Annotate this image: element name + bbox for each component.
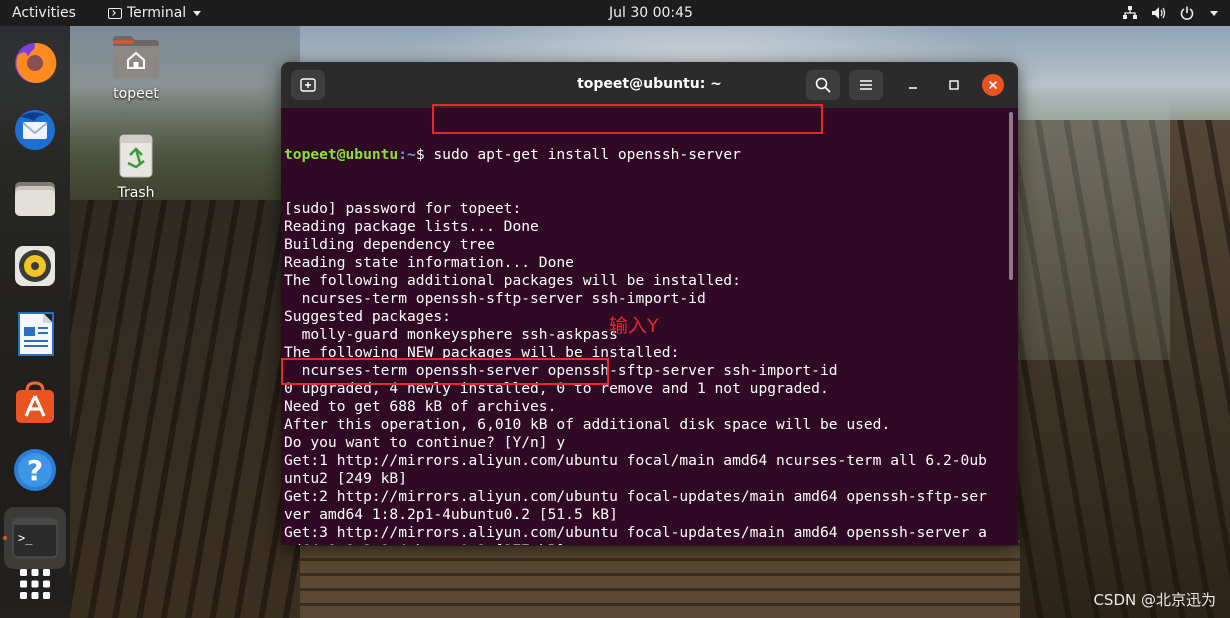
- command-highlight-box: [432, 104, 823, 134]
- minimize-button[interactable]: [902, 74, 924, 96]
- firefox-icon[interactable]: [11, 38, 59, 86]
- terminal-line: Do you want to continue? [Y/n] y: [284, 434, 566, 451]
- terminal-line: The following additional packages will b…: [284, 272, 741, 289]
- watermark: CSDN @北京迅为: [1093, 591, 1216, 609]
- terminal-line: Get:1 http://mirrors.aliyun.com/ubuntu f…: [284, 452, 987, 469]
- prompt-user: topeet@ubuntu: [284, 146, 399, 163]
- search-button[interactable]: [806, 70, 840, 100]
- trash-icon: [119, 134, 153, 178]
- clock[interactable]: Jul 30 00:45: [609, 0, 693, 26]
- terminal-line: After this operation, 6,010 kB of additi…: [284, 416, 891, 433]
- svg-text:>_: >_: [18, 531, 33, 545]
- terminal-scrollbar[interactable]: [1009, 112, 1013, 280]
- running-indicator: [3, 536, 7, 540]
- minimize-icon: [909, 87, 917, 89]
- terminal-header-bar[interactable]: topeet@ubuntu: ~: [281, 62, 1018, 108]
- terminal-line: untu2 [249 kB]: [284, 470, 408, 487]
- help-icon[interactable]: ?: [11, 446, 59, 494]
- search-icon: [815, 77, 831, 93]
- prompt-symbol: $: [415, 146, 434, 163]
- terminal-app-icon: [108, 7, 122, 19]
- network-icon: [1123, 6, 1137, 20]
- terminal-window[interactable]: topeet@ubuntu: ~ topeet@ubuntu:~$ sudo a…: [281, 62, 1018, 545]
- terminal-line: ncurses-term openssh-sftp-server ssh-imp…: [284, 290, 706, 307]
- terminal-line: Reading state information... Done: [284, 254, 574, 271]
- libreoffice-writer-icon[interactable]: [11, 310, 59, 358]
- confirm-highlight-box: [281, 358, 609, 385]
- activities-button[interactable]: Activities: [12, 0, 76, 26]
- terminal-line: Building dependency tree: [284, 236, 495, 253]
- trash-label: Trash: [117, 185, 155, 201]
- chevron-down-icon: [193, 10, 202, 16]
- terminal-line: [sudo] password for topeet:: [284, 200, 522, 217]
- home-folder-icon: [113, 36, 159, 78]
- wallpaper-bridge-deck: [300, 540, 1020, 618]
- volume-icon: [1151, 6, 1166, 20]
- hamburger-menu-icon: [860, 80, 872, 90]
- svg-text:?: ?: [27, 454, 43, 487]
- thunderbird-icon[interactable]: [11, 106, 59, 154]
- app-menu[interactable]: Terminal: [108, 0, 202, 26]
- terminal-line: md64 1:8.2p1-4ubuntu0.2 [377 kB]: [284, 542, 1018, 545]
- desktop-trash[interactable]: Trash: [91, 133, 181, 201]
- dock: ? >_: [0, 26, 70, 618]
- chevron-down-icon: [1210, 10, 1218, 16]
- terminal-line: Reading package lists... Done: [284, 218, 539, 235]
- close-icon: [988, 80, 998, 90]
- terminal-line: Get:3 http://mirrors.aliyun.com/ubuntu f…: [284, 524, 987, 541]
- power-icon: [1180, 6, 1194, 20]
- app-menu-label: Terminal: [127, 5, 187, 21]
- ubuntu-software-icon[interactable]: [11, 378, 59, 426]
- show-applications-icon[interactable]: [11, 560, 59, 608]
- maximize-icon: [949, 80, 959, 90]
- prompt-path: :~: [398, 146, 416, 163]
- prompt-line: topeet@ubuntu:~$ sudo apt-get install op…: [284, 146, 1018, 164]
- command-text: sudo apt-get install openssh-server: [433, 146, 741, 163]
- system-tray[interactable]: [1123, 0, 1218, 26]
- close-button[interactable]: [982, 74, 1004, 96]
- wallpaper-bridge-rail-left: [70, 200, 300, 618]
- terminal-line: Get:2 http://mirrors.aliyun.com/ubuntu f…: [284, 488, 987, 505]
- terminal-icon[interactable]: >_: [11, 514, 59, 562]
- maximize-button[interactable]: [943, 74, 965, 96]
- desktop-home-folder[interactable]: topeet: [91, 34, 181, 102]
- home-folder-label: topeet: [113, 86, 159, 102]
- annotation-label: 输入Y: [609, 315, 659, 337]
- terminal-line: Need to get 688 kB of archives.: [284, 398, 557, 415]
- files-icon[interactable]: [11, 174, 59, 222]
- top-bar: Activities Terminal Jul 30 00:45: [0, 0, 1230, 26]
- rhythmbox-icon[interactable]: [11, 242, 59, 290]
- terminal-line: ver amd64 1:8.2p1-4ubuntu0.2 [51.5 kB]: [284, 506, 618, 523]
- wallpaper-river: [1010, 100, 1170, 360]
- menu-button[interactable]: [849, 70, 883, 100]
